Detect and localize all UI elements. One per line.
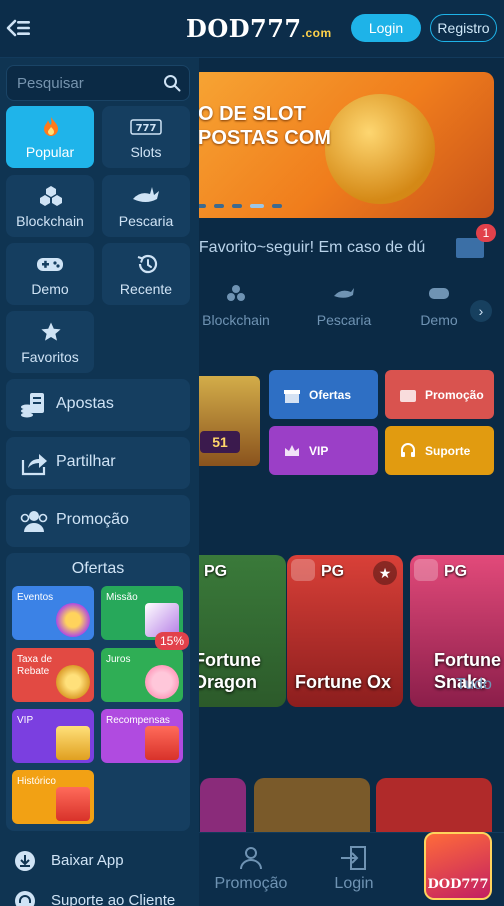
category-pescaria[interactable]: Pescaria <box>102 175 190 237</box>
nav-login[interactable]: Login <box>309 845 399 893</box>
tabs-next-arrow[interactable]: › <box>470 300 492 322</box>
offer-historico[interactable]: Histórico <box>12 770 94 824</box>
tab-blockchain[interactable]: Blockchain <box>186 284 286 328</box>
promo-banner[interactable]: O DE SLOT POSTAS COM <box>190 72 494 218</box>
star-icon <box>41 322 61 341</box>
offer-eventos[interactable]: Eventos <box>12 586 94 640</box>
category-popular[interactable]: Popular <box>6 106 94 168</box>
tab-pescaria[interactable]: Pescaria <box>294 284 394 328</box>
game-card-fortune-ox[interactable]: PG ★ Fortune Ox <box>287 555 403 707</box>
logo-suffix: .com <box>301 26 332 40</box>
blockchain-icon <box>227 285 245 301</box>
piggy-bank-icon <box>145 665 179 699</box>
banner-dot[interactable] <box>272 204 282 208</box>
thumbs-up-icon <box>291 559 315 581</box>
gamepad-icon <box>37 258 63 271</box>
game-title: Fortune Dragon <box>194 650 261 692</box>
bets-icon <box>21 393 44 418</box>
menu-partilhar[interactable]: Partilhar <box>6 437 190 489</box>
search-icon[interactable] <box>163 74 181 92</box>
promo-icon <box>400 389 416 402</box>
offers-title: Ofertas <box>71 560 125 577</box>
slot-machine-art <box>325 94 435 204</box>
headset-icon <box>15 891 35 906</box>
svg-text:777: 777 <box>136 123 157 134</box>
banner-text: O DE SLOT POSTAS COM <box>198 103 331 149</box>
shark-icon <box>133 187 159 202</box>
jackpot-value: 51 <box>200 431 240 453</box>
provider-pg-logo: PG <box>204 563 228 580</box>
announcement-marquee: ] Favorito~seguir! Em caso de dú <box>190 230 494 266</box>
crown-icon <box>56 726 90 760</box>
people-icon <box>240 847 262 870</box>
slots-777-icon: 777 <box>130 119 162 135</box>
category-blockchain[interactable]: Blockchain <box>6 175 94 237</box>
flame-icon <box>44 117 58 136</box>
category-recente[interactable]: Recente <box>102 243 190 305</box>
category-tabs: Blockchain Pescaria Demo <box>190 284 504 348</box>
provider-pg-logo: PG <box>321 563 345 580</box>
search-box <box>6 65 190 101</box>
floating-app-badge[interactable]: DOD777 <box>424 832 492 900</box>
offer-vip[interactable]: VIP <box>12 709 94 763</box>
menu-apostas[interactable]: Apostas <box>6 379 190 431</box>
provider-pg-logo: PG <box>444 563 468 580</box>
offer-taxa-de-rebate[interactable]: Taxa de Rebate <box>12 648 94 702</box>
mail-icon[interactable] <box>456 238 484 258</box>
offers-panel: Ofertas Eventos Missão Taxa de Rebate Ju… <box>6 553 190 831</box>
collapse-menu-icon[interactable] <box>6 16 32 40</box>
history-icon <box>137 254 158 274</box>
side-drawer: Popular 777 Slots Blockchain Pescaria De… <box>0 58 199 906</box>
login-icon <box>341 846 366 870</box>
people-icon <box>20 511 48 532</box>
nav-promocao[interactable]: Promoção <box>206 845 296 893</box>
banner-dot-active[interactable] <box>250 204 264 208</box>
coins-icon <box>56 665 90 699</box>
gift-box-icon <box>145 726 179 760</box>
banner-dot[interactable] <box>232 204 242 208</box>
brand-logo[interactable]: DOD777.com <box>186 14 332 43</box>
shark-icon <box>334 288 354 298</box>
thumbs-up-icon <box>414 559 438 581</box>
offers-quick-button[interactable]: Ofertas <box>269 370 378 419</box>
offer-juros[interactable]: Juros <box>101 648 183 702</box>
download-icon <box>15 851 35 871</box>
register-button[interactable]: Registro <box>430 14 497 42</box>
blockchain-icon <box>40 186 62 206</box>
favorite-star-icon[interactable]: ★ <box>373 561 397 585</box>
event-wheel-icon <box>56 603 90 637</box>
category-demo[interactable]: Demo <box>6 243 94 305</box>
crown-icon <box>285 444 299 456</box>
see-all-link[interactable]: Tudo <box>456 676 492 694</box>
search-input[interactable] <box>17 66 157 100</box>
vip-quick-button[interactable]: VIP <box>269 426 378 475</box>
offer-recompensas[interactable]: Recompensas <box>101 709 183 763</box>
app-header: DOD777.com Login Registro <box>0 0 504 58</box>
login-button[interactable]: Login <box>351 14 421 42</box>
headset-icon <box>401 442 415 457</box>
promo-quick-button[interactable]: Promoção <box>385 370 494 419</box>
logo-text: DOD777 <box>186 14 302 43</box>
gift-box-icon <box>56 787 90 821</box>
menu-promocao[interactable]: Promoção <box>6 495 190 547</box>
share-icon <box>21 454 47 476</box>
gift-icon <box>284 389 300 403</box>
category-favoritos[interactable]: Favoritos <box>6 311 94 373</box>
support-quick-button[interactable]: Suporte <box>385 426 494 475</box>
gamepad-icon <box>429 288 449 299</box>
game-title: Fortune Ox <box>295 672 392 692</box>
juros-rate-badge: 15% <box>155 632 189 650</box>
banner-dot[interactable] <box>214 204 224 208</box>
banner-pagination <box>196 204 282 208</box>
mail-badge: 1 <box>476 224 496 242</box>
category-slots[interactable]: 777 Slots <box>102 106 190 168</box>
